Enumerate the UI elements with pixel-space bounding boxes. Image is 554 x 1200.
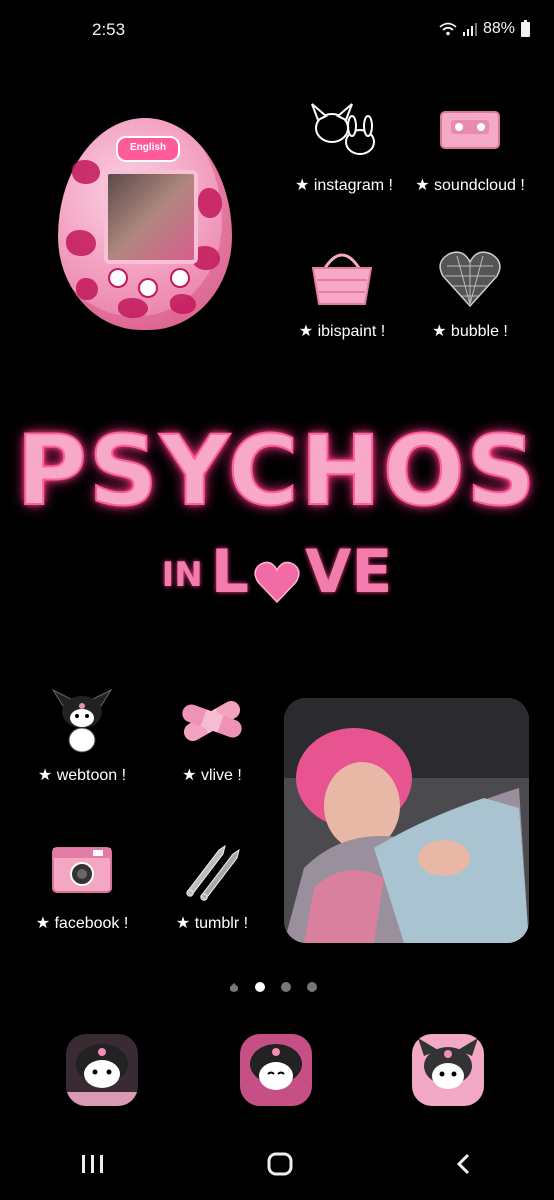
- page-dot: [281, 982, 291, 992]
- title-in-love: IN L VE: [0, 537, 554, 607]
- app-instagram[interactable]: ★ instagram !: [280, 98, 408, 195]
- kuromi-melody-icon: [311, 103, 375, 155]
- app-ibispaint[interactable]: ★ ibispaint !: [278, 244, 406, 341]
- app-webtoon[interactable]: ★ webtoon !: [18, 688, 146, 785]
- app-label: ★ ibispaint !: [298, 323, 386, 340]
- app-vlive[interactable]: ★ vlive !: [148, 688, 276, 785]
- status-time: 2:53: [92, 20, 126, 39]
- battery-percent: 88%: [482, 20, 515, 37]
- dock-app-3[interactable]: [412, 1034, 484, 1106]
- status-indicators: 88%: [439, 19, 530, 38]
- heart-mesh-icon: [439, 251, 501, 308]
- app-label: ★ tumblr !: [175, 915, 249, 932]
- app-bubble[interactable]: ★ bubble !: [406, 244, 534, 341]
- tamagotchi-button-right: [172, 270, 188, 286]
- basket-icon: [311, 253, 373, 305]
- app-label: ★ facebook !: [35, 915, 129, 932]
- app-label: ★ webtoon !: [37, 767, 127, 784]
- bandage-icon: [182, 701, 242, 741]
- battery-icon: [521, 19, 530, 37]
- kuromi-dock-icon: [66, 1034, 138, 1106]
- dock-app-1[interactable]: [66, 1034, 138, 1106]
- wifi-icon: [439, 22, 457, 36]
- app-label: ★ bubble !: [432, 323, 508, 340]
- title-ve: VE: [304, 537, 393, 607]
- kuromi-icon: [51, 688, 113, 753]
- knives-icon: [186, 844, 240, 901]
- photo-widget[interactable]: [284, 698, 529, 943]
- app-soundcloud[interactable]: ★ soundcloud !: [406, 98, 534, 195]
- title-l: L: [210, 537, 249, 607]
- polaroid-camera-icon: [52, 847, 112, 893]
- cassette-icon: [440, 111, 500, 149]
- kuromi-dock-icon: [412, 1034, 484, 1106]
- dock-app-2[interactable]: [240, 1034, 312, 1106]
- page-dot: [307, 982, 317, 992]
- home-button[interactable]: [267, 1152, 293, 1176]
- tamagotchi-screen-photo: [104, 170, 198, 264]
- app-label: ★ instagram !: [295, 177, 393, 194]
- navigation-bar: [0, 1152, 554, 1176]
- app-tumblr[interactable]: ★ tumblr !: [148, 836, 276, 933]
- tamagotchi-button-middle: [140, 280, 156, 296]
- heart-icon: [253, 551, 301, 604]
- title-psychos: PSYCHOS: [15, 414, 538, 528]
- back-button[interactable]: [454, 1153, 474, 1175]
- kuromi-dock-icon: [240, 1034, 312, 1106]
- home-page-icon: [230, 983, 238, 992]
- app-label: ★ vlive !: [182, 767, 242, 784]
- signal-icon: [462, 22, 477, 36]
- tamagotchi-button-left: [110, 270, 126, 286]
- app-label: ★ soundcloud !: [415, 177, 525, 194]
- page-indicator[interactable]: [229, 982, 317, 992]
- recents-button[interactable]: [80, 1153, 106, 1175]
- title-in: IN: [161, 555, 203, 596]
- tamagotchi-logo: English: [116, 136, 180, 162]
- tamagotchi-widget[interactable]: English: [58, 118, 232, 330]
- photo-content: [284, 698, 529, 943]
- page-dot-active: [255, 982, 265, 992]
- app-facebook[interactable]: ★ facebook !: [18, 836, 146, 933]
